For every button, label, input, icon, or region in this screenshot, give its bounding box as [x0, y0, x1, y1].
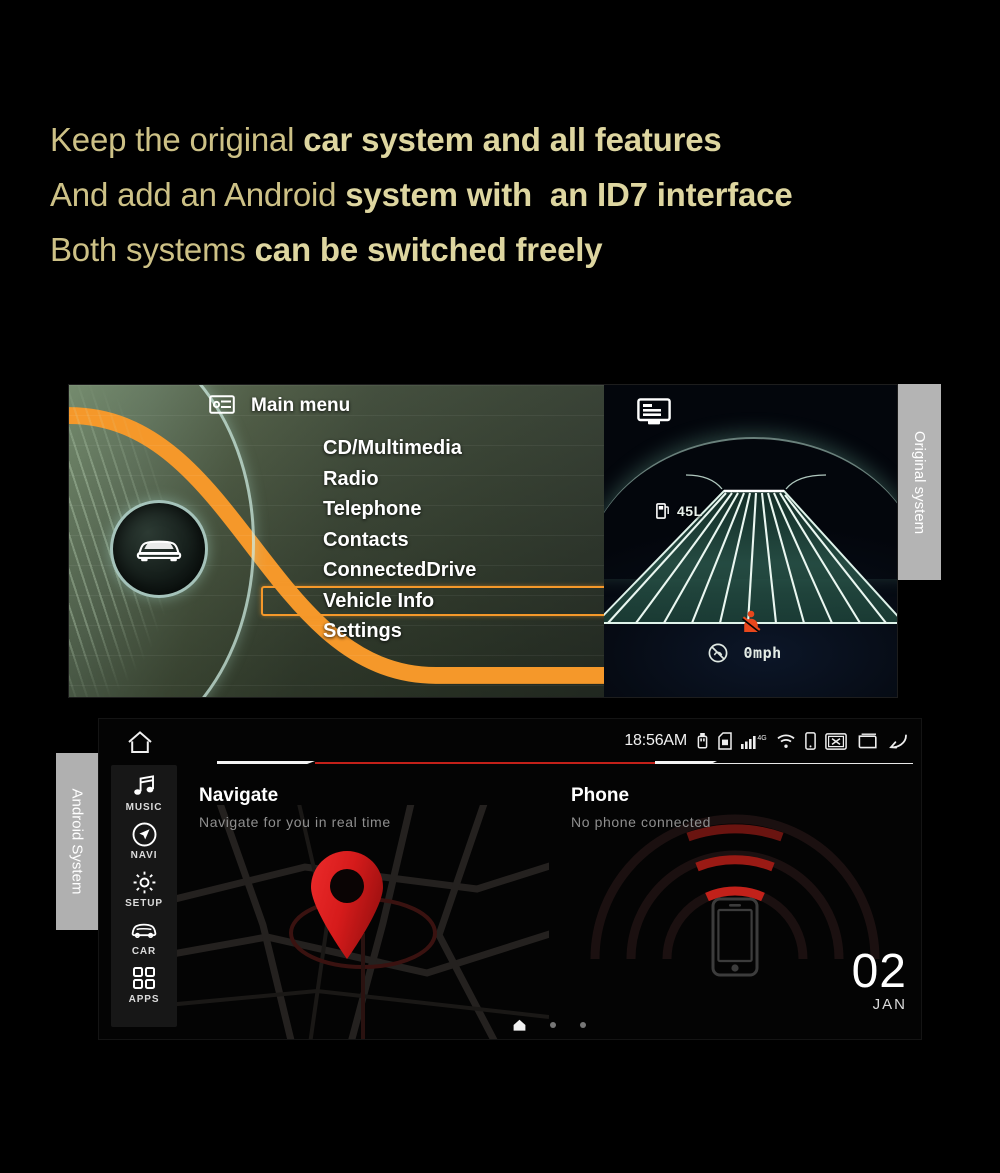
date-display: 02 JAN	[851, 945, 907, 1014]
sd-card-icon	[718, 732, 732, 750]
status-time: 18:56AM	[624, 732, 687, 749]
cruise-off-icon	[708, 643, 727, 663]
headline-line-2-plain: And add an Android	[50, 176, 346, 213]
phone-icon	[805, 732, 816, 750]
divider-white-right	[711, 763, 913, 764]
selection-highlight	[261, 585, 639, 616]
original-system-display: Main menu CD/Multimedia Radio Telephone …	[68, 384, 898, 698]
vehicle-info-panel: 45L 0mph	[604, 385, 897, 697]
car-front-icon	[136, 540, 182, 562]
fuel-readout: 45L	[656, 503, 703, 519]
headline-line-2-emphasis: system with an ID7 interface	[345, 176, 793, 213]
no-signal-box-icon[interactable]	[825, 732, 847, 750]
menu-title: Main menu	[251, 395, 351, 416]
home-icon[interactable]	[127, 730, 153, 754]
sidebar-item-apps[interactable]: APPS	[111, 965, 177, 1005]
date-day: 02	[851, 945, 907, 998]
phone-outline-icon	[711, 897, 759, 977]
sidebar-item-music-label: MUSIC	[125, 802, 163, 813]
android-system-screenshot: 18:56AM 4G MUSIC NAVI SETUP CAR APPS 02 …	[98, 718, 922, 1040]
sidebar-item-apps-label: APPS	[128, 994, 160, 1005]
vehicle-status-badge	[110, 500, 208, 598]
speed-value: 0mph	[743, 644, 782, 662]
divider-accent-red	[315, 762, 655, 764]
card-navigate-title: Navigate	[199, 785, 279, 806]
gear-icon	[132, 869, 157, 895]
headline-line-1-emphasis: car system and all features	[303, 121, 722, 158]
headline-block: Keep the original car system and all fea…	[50, 112, 930, 277]
usb-icon	[696, 732, 709, 750]
display-icon	[637, 398, 671, 425]
sidebar-item-car-label: CAR	[131, 946, 157, 957]
card-navigate-subtitle: Navigate for you in real time	[199, 814, 391, 830]
signal-bars-icon: 4G	[741, 732, 767, 750]
top-divider	[99, 760, 921, 765]
speed-readout: 0mph	[708, 643, 782, 663]
label-tab-android-system-text: Android System	[68, 788, 86, 895]
map-pin-icon	[311, 851, 383, 959]
card-phone-subtitle: No phone connected	[571, 814, 712, 830]
android-top-bar: 18:56AM 4G	[99, 719, 921, 765]
android-sidebar: MUSIC NAVI SETUP CAR APPS	[111, 765, 177, 1027]
seatbelt-warning-icon	[741, 610, 760, 633]
card-phone-title: Phone	[571, 785, 630, 806]
fuel-range-value: 45L	[677, 503, 703, 519]
headline-line-3: Both systems can be switched freely	[50, 222, 930, 277]
headline-line-1-plain: Keep the original	[50, 121, 304, 158]
pager-dot-2[interactable]	[579, 1022, 586, 1028]
divider-white-left	[217, 761, 315, 764]
sidebar-item-music[interactable]: MUSIC	[111, 773, 177, 813]
headline-line-1: Keep the original car system and all fea…	[50, 112, 930, 167]
sidebar-item-setup[interactable]: SETUP	[111, 869, 177, 909]
menu-list-icon	[209, 395, 235, 414]
sidebar-item-navi-label: NAVI	[130, 850, 158, 861]
navigation-compass-icon	[132, 821, 157, 847]
pager-home-icon[interactable]	[513, 1019, 526, 1031]
menu-item-vehicle-info-label: Vehicle Info	[323, 589, 435, 612]
music-note-icon	[132, 773, 157, 799]
headline-line-3-emphasis: can be switched freely	[254, 231, 603, 268]
original-system-screenshot: Main menu CD/Multimedia Radio Telephone …	[68, 384, 898, 698]
svg-text:4G: 4G	[757, 735, 766, 742]
recents-icon[interactable]	[856, 732, 878, 750]
promo-page: Keep the original car system and all fea…	[0, 0, 1000, 1173]
sidebar-item-setup-label: SETUP	[125, 898, 163, 909]
label-tab-original-system-text: Original system	[911, 430, 929, 534]
page-indicator	[99, 1017, 921, 1033]
wifi-icon	[776, 732, 796, 750]
back-icon[interactable]	[887, 732, 909, 750]
headline-line-3-plain: Both systems	[50, 231, 255, 268]
label-tab-original-system: Original system	[898, 384, 941, 580]
sidebar-item-car[interactable]: CAR	[111, 917, 177, 957]
android-system-display: 18:56AM 4G MUSIC NAVI SETUP CAR APPS 02 …	[98, 718, 922, 1040]
car-icon	[130, 917, 158, 943]
date-month: JAN	[872, 996, 907, 1013]
card-navigate[interactable]	[177, 769, 549, 1039]
pager-dot-1[interactable]	[549, 1022, 556, 1028]
headline-line-2: And add an Android system with an ID7 in…	[50, 167, 930, 222]
fuel-pump-icon	[656, 503, 669, 519]
apps-grid-icon	[132, 965, 156, 991]
card-phone[interactable]: 02 JAN	[549, 769, 921, 1039]
sidebar-item-navi[interactable]: NAVI	[111, 821, 177, 861]
android-home-cards: 02 JAN Navigate Navigate for you in real…	[177, 769, 921, 1039]
divider-white-mid	[655, 761, 717, 764]
label-tab-android-system: Android System	[56, 753, 98, 930]
android-status-bar: 18:56AM 4G	[624, 729, 909, 753]
